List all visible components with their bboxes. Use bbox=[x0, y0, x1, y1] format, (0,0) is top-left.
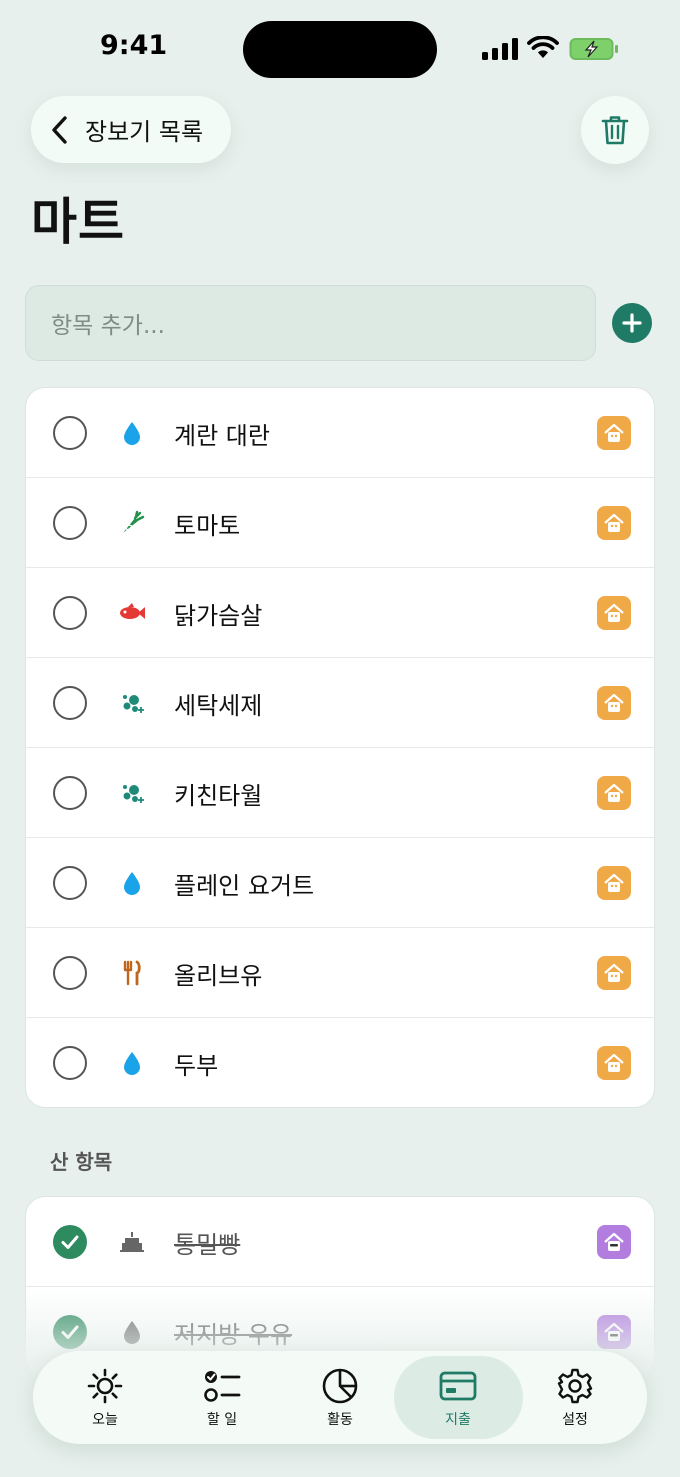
house-face-icon bbox=[604, 1232, 624, 1251]
item-label: 플레인 요거트 bbox=[174, 872, 315, 900]
household-badge bbox=[597, 956, 631, 990]
house-face-icon bbox=[604, 963, 624, 982]
house-face-icon bbox=[604, 873, 624, 892]
household-badge bbox=[597, 686, 631, 720]
list-item[interactable]: 두부 bbox=[26, 1018, 654, 1107]
household-badge bbox=[597, 1046, 631, 1080]
house-face-icon bbox=[604, 423, 624, 442]
sun-icon bbox=[87, 1368, 123, 1403]
bubbles-icon bbox=[118, 689, 146, 717]
household-badge bbox=[597, 506, 631, 540]
item-label: 저지방 우유 bbox=[174, 1321, 293, 1349]
item-label: 통밀빵 bbox=[174, 1231, 241, 1259]
checkbox[interactable] bbox=[53, 686, 87, 720]
list-item[interactable]: 세탁세제 bbox=[26, 658, 654, 748]
list-item[interactable]: 키친타월 bbox=[26, 748, 654, 838]
page-title: 마트 bbox=[31, 193, 125, 251]
card-icon bbox=[439, 1371, 477, 1400]
status-time: 9:41 bbox=[100, 30, 168, 61]
trash-icon bbox=[601, 116, 629, 145]
droplet-icon bbox=[118, 1318, 146, 1346]
house-face-icon bbox=[604, 693, 624, 712]
add-item-input[interactable]: 항목 추가... bbox=[25, 285, 596, 361]
back-button[interactable]: 장보기 목록 bbox=[31, 96, 231, 163]
plus-icon bbox=[622, 313, 642, 333]
tab-bar: 오늘 할 일 활동 지출 설정 bbox=[33, 1351, 647, 1444]
checkbox-checked[interactable] bbox=[53, 1315, 87, 1349]
checklist-icon bbox=[204, 1370, 241, 1402]
member-badge bbox=[597, 1225, 631, 1259]
carrot-icon bbox=[118, 509, 146, 537]
checkbox[interactable] bbox=[53, 506, 87, 540]
dynamic-island bbox=[243, 21, 437, 78]
gear-icon bbox=[557, 1368, 593, 1403]
cellular-signal-icon bbox=[482, 38, 518, 60]
tab-today-label: 오늘 bbox=[92, 1411, 118, 1428]
add-item-button[interactable] bbox=[612, 303, 652, 343]
item-label: 키친타월 bbox=[174, 782, 263, 810]
list-item[interactable]: 올리브유 bbox=[26, 928, 654, 1018]
droplet-icon bbox=[118, 1049, 146, 1077]
item-label: 토마토 bbox=[174, 512, 241, 540]
item-label: 두부 bbox=[174, 1052, 219, 1080]
list-item[interactable]: 계란 대란 bbox=[26, 388, 654, 478]
checkbox[interactable] bbox=[53, 866, 87, 900]
item-label: 세탁세제 bbox=[174, 692, 263, 720]
tab-activity[interactable]: 활동 bbox=[280, 1351, 400, 1444]
house-face-icon bbox=[604, 783, 624, 802]
tab-settings-label: 설정 bbox=[562, 1411, 588, 1428]
back-button-label: 장보기 목록 bbox=[85, 118, 204, 146]
active-items-list: 계란 대란 토마토 닭가슴살 세탁세제 키친타월 플레인 요거트 올리브유 두부 bbox=[25, 387, 655, 1108]
item-label: 올리브유 bbox=[174, 962, 263, 990]
list-item[interactable]: 플레인 요거트 bbox=[26, 838, 654, 928]
household-badge bbox=[597, 596, 631, 630]
droplet-icon bbox=[118, 869, 146, 897]
checkbox[interactable] bbox=[53, 956, 87, 990]
checkbox[interactable] bbox=[53, 776, 87, 810]
checkmark-icon bbox=[61, 1235, 79, 1249]
battery-charging-icon bbox=[569, 38, 618, 60]
tab-activity-label: 활동 bbox=[327, 1411, 353, 1428]
wifi-icon bbox=[527, 36, 559, 58]
list-item[interactable]: 닭가슴살 bbox=[26, 568, 654, 658]
house-face-icon bbox=[604, 513, 624, 532]
house-face-icon bbox=[604, 1053, 624, 1072]
checkbox-checked[interactable] bbox=[53, 1225, 87, 1259]
purchased-section-label: 산 항목 bbox=[50, 1150, 113, 1174]
member-badge bbox=[597, 1315, 631, 1349]
tab-settings[interactable]: 설정 bbox=[515, 1351, 635, 1444]
household-badge bbox=[597, 866, 631, 900]
pie-chart-icon bbox=[322, 1368, 358, 1403]
checkmark-icon bbox=[61, 1325, 79, 1339]
tab-todo[interactable]: 할 일 bbox=[162, 1351, 282, 1444]
droplet-icon bbox=[118, 419, 146, 447]
list-item[interactable]: 통밀빵 bbox=[26, 1197, 654, 1287]
tab-spending[interactable]: 지출 bbox=[398, 1351, 518, 1444]
status-bar: 9:41 bbox=[0, 0, 680, 96]
cake-icon bbox=[118, 1228, 146, 1256]
item-label: 닭가슴살 bbox=[174, 602, 263, 630]
bubbles-icon bbox=[118, 779, 146, 807]
fish-icon bbox=[118, 599, 146, 627]
tab-spending-label: 지출 bbox=[445, 1411, 471, 1428]
item-label: 계란 대란 bbox=[174, 422, 270, 450]
house-face-icon bbox=[604, 603, 624, 622]
household-badge bbox=[597, 776, 631, 810]
tab-todo-label: 할 일 bbox=[206, 1411, 238, 1428]
list-item[interactable]: 토마토 bbox=[26, 478, 654, 568]
checkbox[interactable] bbox=[53, 416, 87, 450]
delete-list-button[interactable] bbox=[581, 96, 649, 164]
tab-today[interactable]: 오늘 bbox=[45, 1351, 165, 1444]
utensils-icon bbox=[118, 959, 146, 987]
chevron-left-icon bbox=[52, 115, 67, 144]
checkbox[interactable] bbox=[53, 596, 87, 630]
house-face-icon bbox=[604, 1322, 624, 1341]
checkbox[interactable] bbox=[53, 1046, 87, 1080]
household-badge bbox=[597, 416, 631, 450]
